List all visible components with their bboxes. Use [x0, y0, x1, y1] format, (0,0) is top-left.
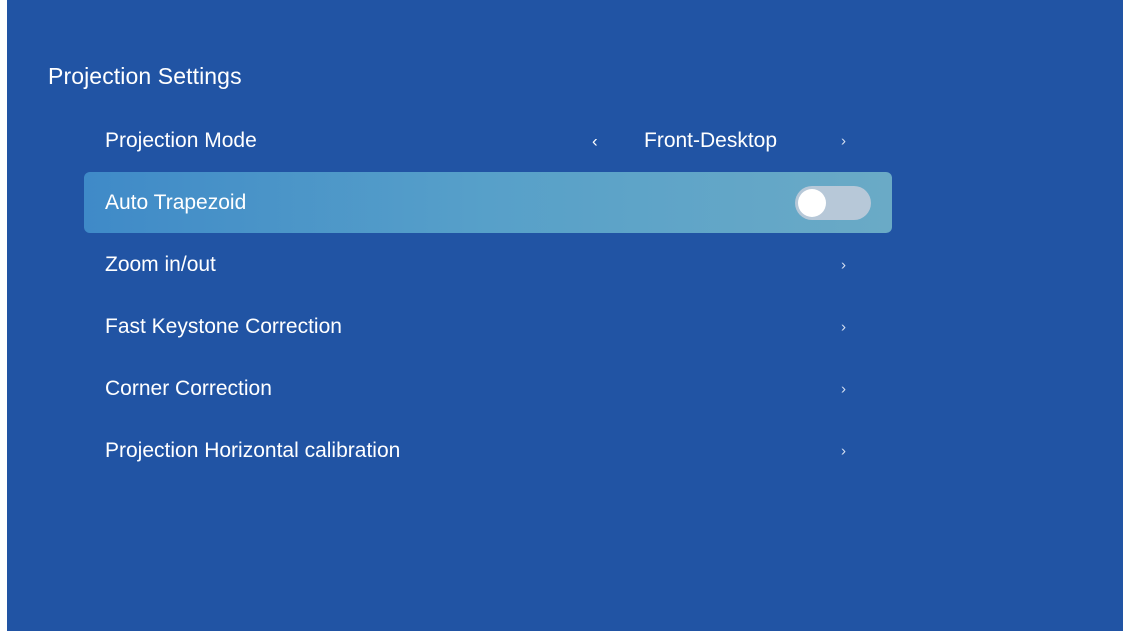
chevron-right-icon[interactable]: › — [841, 133, 846, 148]
chevron-right-icon: › — [841, 380, 846, 397]
chevron-right-icon: › — [841, 318, 846, 335]
menu-item-fast-keystone-correction[interactable]: Fast Keystone Correction › — [84, 296, 892, 357]
menu-item-corner-correction[interactable]: Corner Correction › — [84, 358, 892, 419]
page-title: Projection Settings — [48, 63, 242, 89]
menu-item-label: Zoom in/out — [105, 252, 216, 276]
menu-item-label: Fast Keystone Correction — [105, 314, 342, 338]
toggle-knob — [798, 188, 826, 217]
menu-item-label: Projection Horizontal calibration — [105, 438, 401, 462]
menu-item-label: Auto Trapezoid — [105, 190, 247, 214]
chevron-left-icon[interactable]: ‹ — [592, 132, 598, 149]
settings-screen: Projection Settings Projection Mode ‹ Fr… — [7, 0, 1123, 631]
projection-mode-value: Front-Desktop — [644, 128, 778, 152]
settings-menu: Projection Mode ‹ Front-Desktop › Auto T… — [84, 110, 892, 482]
menu-item-label: Projection Mode — [105, 128, 257, 152]
chevron-right-icon: › — [841, 256, 846, 273]
menu-item-projection-mode[interactable]: Projection Mode ‹ Front-Desktop › — [84, 110, 892, 171]
menu-item-zoom[interactable]: Zoom in/out › — [84, 234, 892, 295]
menu-item-horizontal-calibration[interactable]: Projection Horizontal calibration › — [84, 420, 892, 481]
auto-trapezoid-toggle[interactable] — [795, 185, 871, 220]
menu-item-auto-trapezoid[interactable]: Auto Trapezoid — [84, 172, 892, 233]
chevron-right-icon: › — [841, 442, 846, 459]
menu-item-label: Corner Correction — [105, 376, 272, 400]
